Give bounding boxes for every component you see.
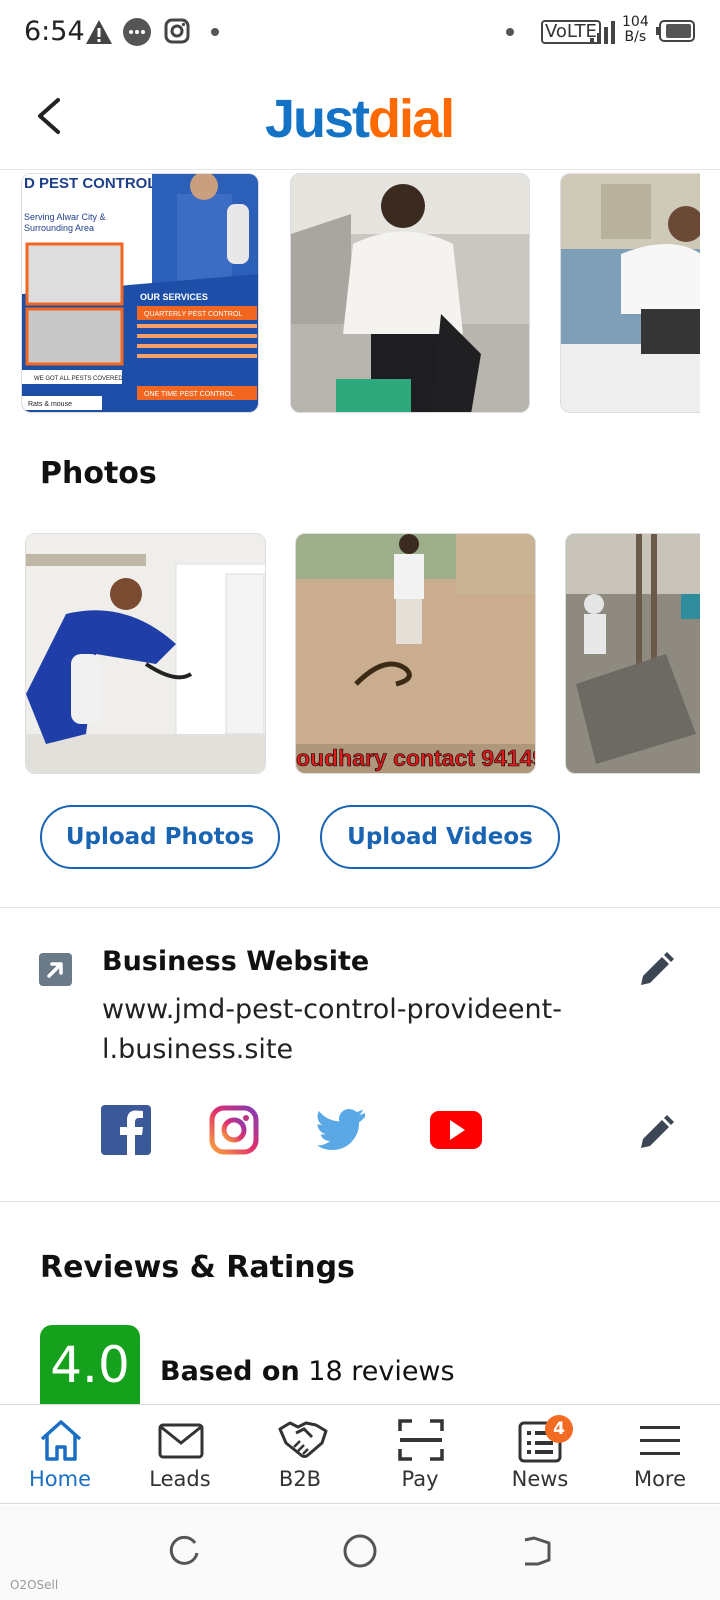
bottom-navigation: Home Leads B2B Pay 4 News More bbox=[0, 1404, 720, 1504]
handshake-icon bbox=[278, 1421, 328, 1458]
photos-section-title: Photos bbox=[40, 456, 157, 491]
nav-news[interactable]: 4 News bbox=[480, 1405, 600, 1505]
facebook-icon[interactable] bbox=[101, 1105, 151, 1155]
twitter-icon[interactable] bbox=[316, 1105, 366, 1155]
nav-label-b2b: B2B bbox=[278, 1467, 322, 1491]
divider bbox=[0, 1201, 720, 1202]
nav-label-home: Home bbox=[28, 1467, 91, 1491]
speed-unit: B/s bbox=[624, 29, 647, 45]
signal-icon bbox=[590, 21, 615, 44]
system-navigation-bar bbox=[0, 1505, 720, 1600]
edit-website-pencil-icon[interactable] bbox=[637, 951, 675, 989]
watermark: O2OSell bbox=[10, 1578, 59, 1592]
logo-dial: dial bbox=[368, 89, 455, 149]
photo-snake-catch[interactable]: oudhary contact 94149 bbox=[295, 533, 536, 774]
nav-home[interactable]: Home bbox=[0, 1405, 120, 1505]
battery-icon bbox=[656, 20, 695, 42]
based-on-label: Based on bbox=[160, 1356, 300, 1387]
nav-more[interactable]: More bbox=[600, 1405, 720, 1505]
dot-icon bbox=[506, 28, 514, 36]
nav-leads[interactable]: Leads bbox=[120, 1405, 240, 1505]
gallery-image-worker-2[interactable] bbox=[560, 173, 700, 413]
flyer-services: OUR SERVICES bbox=[140, 292, 208, 302]
system-back-icon[interactable] bbox=[520, 1535, 552, 1567]
home-circle-icon[interactable] bbox=[343, 1534, 377, 1568]
upload-photos-button[interactable]: Upload Photos bbox=[40, 805, 280, 869]
instagram-status-icon bbox=[164, 18, 190, 44]
gallery-image-worker[interactable] bbox=[290, 173, 530, 413]
dot-icon bbox=[211, 28, 219, 36]
edit-social-pencil-icon[interactable] bbox=[637, 1114, 675, 1152]
reviews-section-title: Reviews & Ratings bbox=[40, 1250, 355, 1285]
divider bbox=[0, 907, 720, 908]
flyer-tag: QUARTERLY PEST CONTROL bbox=[144, 311, 242, 318]
rating-summary: Based on 18 reviews bbox=[160, 1356, 455, 1387]
business-website-url[interactable]: www.jmd-pest-control-provideent- l.busin… bbox=[102, 990, 622, 1070]
photo-pest-spraying[interactable] bbox=[25, 533, 266, 774]
instagram-icon[interactable] bbox=[209, 1105, 259, 1155]
mail-icon bbox=[158, 1423, 204, 1459]
scan-icon bbox=[398, 1419, 444, 1461]
app-header: Justdial bbox=[0, 64, 720, 170]
nav-label-more: More bbox=[633, 1467, 687, 1491]
nav-b2b[interactable]: B2B bbox=[240, 1405, 360, 1505]
review-count: 18 reviews bbox=[308, 1356, 455, 1387]
nav-label-news: News bbox=[511, 1467, 569, 1491]
business-website-title: Business Website bbox=[102, 946, 370, 977]
website-url-line2: l.business.site bbox=[102, 1034, 294, 1065]
menu-icon bbox=[640, 1426, 680, 1455]
warning-icon bbox=[86, 20, 112, 44]
justdial-logo: Justdial bbox=[265, 88, 455, 150]
rating-badge: 4.0 bbox=[40, 1325, 140, 1405]
youtube-icon[interactable] bbox=[430, 1105, 482, 1155]
news-badge: 4 bbox=[545, 1415, 573, 1443]
snake-photo-caption: oudhary contact 94149 bbox=[296, 745, 536, 771]
chat-bubble-icon bbox=[123, 18, 151, 46]
flyer-title: D PEST CONTROL bbox=[24, 175, 157, 192]
network-speed: 104 B/s bbox=[622, 15, 649, 45]
external-link-icon bbox=[39, 953, 72, 986]
nav-label-leads: Leads bbox=[149, 1467, 211, 1491]
back-arrow-icon[interactable] bbox=[30, 96, 66, 136]
flyer-footer2: ONE TIME PEST CONTROL bbox=[144, 391, 234, 398]
status-bar: 6:54 VoLTE 104 B/s bbox=[0, 0, 720, 64]
speed-value: 104 bbox=[622, 14, 649, 30]
flyer-footer3: Rats & mouse bbox=[28, 401, 72, 408]
recent-apps-icon[interactable] bbox=[168, 1535, 200, 1567]
gallery-image-flyer[interactable]: D PEST CONTROL Serving Alwar City & Surr… bbox=[21, 173, 259, 413]
photo-construction-site[interactable] bbox=[565, 533, 700, 774]
flyer-sub2: Surrounding Area bbox=[24, 223, 94, 233]
nav-label-pay: Pay bbox=[401, 1467, 439, 1491]
logo-just: Just bbox=[265, 89, 370, 149]
website-url-line1: www.jmd-pest-control-provideent- bbox=[102, 994, 562, 1025]
home-icon bbox=[40, 1420, 82, 1461]
status-time: 6:54 bbox=[24, 16, 85, 47]
nav-pay[interactable]: Pay bbox=[360, 1405, 480, 1505]
upload-videos-button[interactable]: Upload Videos bbox=[320, 805, 560, 869]
flyer-footer1: WE GOT ALL PESTS COVERED bbox=[34, 376, 123, 382]
flyer-sub1: Serving Alwar City & bbox=[24, 212, 106, 222]
